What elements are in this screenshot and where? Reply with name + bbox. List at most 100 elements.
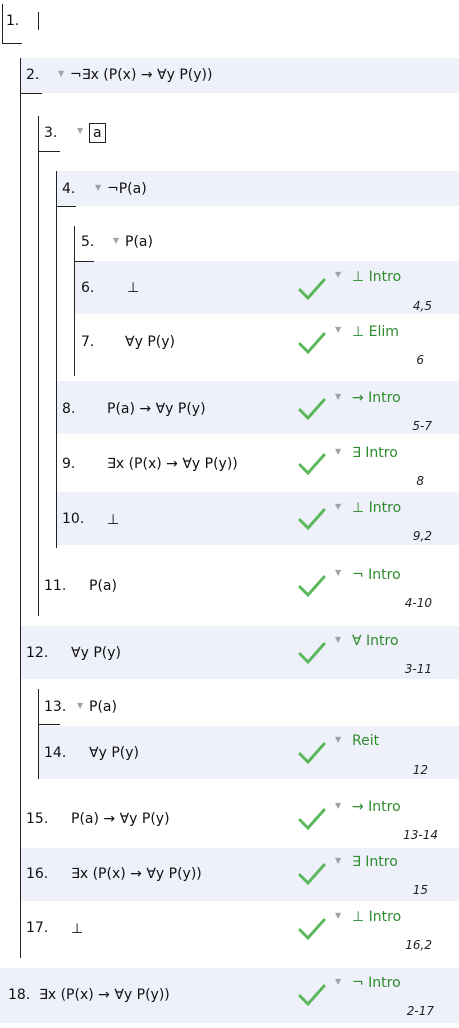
- premise-underline-13: [38, 724, 60, 725]
- line-number: 16.: [26, 866, 49, 882]
- line-number: 8.: [62, 401, 76, 417]
- checkmark-icon: [298, 863, 326, 885]
- formula[interactable]: ∀y P(y): [125, 334, 175, 350]
- rule-label[interactable]: ¬ Intro: [352, 975, 401, 991]
- scope-bar-4: [56, 171, 57, 548]
- citation[interactable]: 8: [364, 474, 424, 488]
- collapse-triangle-icon[interactable]: ▼: [58, 69, 64, 78]
- citation[interactable]: 13-14: [378, 828, 438, 842]
- rule-label[interactable]: ⊥ Elim: [352, 324, 399, 340]
- checkmark-icon: [298, 398, 326, 420]
- formula[interactable]: P(a): [89, 699, 117, 715]
- citation[interactable]: 16,2: [372, 938, 432, 952]
- checkmark-icon: [298, 508, 326, 530]
- line-number: 13.: [44, 699, 67, 715]
- formula[interactable]: P(a) → ∀y P(y): [71, 811, 170, 827]
- checkmark-icon: [298, 278, 326, 300]
- rule-dropdown-icon[interactable]: ▼: [335, 635, 341, 644]
- formula[interactable]: P(a) → ∀y P(y): [107, 401, 206, 417]
- citation[interactable]: 15: [368, 883, 428, 897]
- scope-bar-3: [38, 116, 39, 616]
- formula[interactable]: ∀y P(y): [89, 745, 139, 761]
- checkmark-icon: [298, 808, 326, 830]
- formula[interactable]: ⊥: [71, 921, 83, 937]
- rule-label[interactable]: Reit: [352, 733, 379, 749]
- rule-label[interactable]: ¬ Intro: [352, 567, 401, 583]
- rule-label[interactable]: ⊥ Intro: [352, 500, 401, 516]
- citation[interactable]: 3-11: [372, 662, 432, 676]
- checkmark-icon: [298, 918, 326, 940]
- line-number: 15.: [26, 811, 49, 827]
- formula[interactable]: ¬P(a): [107, 181, 147, 197]
- premise-underline-main: [2, 43, 22, 44]
- scope-bar-13: [38, 689, 39, 779]
- line-number: 10.: [62, 511, 85, 527]
- line-number: 3.: [44, 125, 58, 141]
- formula[interactable]: ∃x (P(x) → ∀y P(y)): [39, 987, 170, 1003]
- citation[interactable]: 4,5: [372, 299, 432, 313]
- checkmark-icon: [298, 984, 326, 1006]
- rule-label[interactable]: → Intro: [352, 390, 401, 406]
- formula[interactable]: ∀y P(y): [71, 645, 121, 661]
- rule-dropdown-icon[interactable]: ▼: [335, 801, 341, 810]
- line-number: 5.: [81, 234, 95, 250]
- collapse-triangle-icon[interactable]: ▼: [113, 236, 119, 245]
- formula[interactable]: ⊥: [127, 280, 139, 296]
- line-number: 9.: [62, 456, 76, 472]
- line-number: 7.: [81, 334, 95, 350]
- collapse-triangle-icon[interactable]: ▼: [77, 701, 83, 710]
- rule-label[interactable]: ⊥ Intro: [352, 909, 401, 925]
- rule-label[interactable]: ⊥ Intro: [352, 269, 401, 285]
- rule-dropdown-icon[interactable]: ▼: [335, 568, 341, 577]
- formula[interactable]: ∃x (P(x) → ∀y P(y)): [71, 866, 202, 882]
- citation[interactable]: 2-17: [374, 1004, 434, 1018]
- citation[interactable]: 6: [364, 353, 424, 367]
- citation[interactable]: 4-10: [372, 596, 432, 610]
- rule-dropdown-icon[interactable]: ▼: [335, 735, 341, 744]
- line-number: 11.: [44, 578, 67, 594]
- formula[interactable]: ¬∃x (P(x) → ∀y P(y)): [70, 67, 212, 83]
- premise-underline-2: [20, 93, 42, 94]
- premise-underline-5: [74, 261, 94, 262]
- rule-dropdown-icon[interactable]: ▼: [335, 325, 341, 334]
- line-number: 1.: [6, 13, 20, 29]
- line-number: 6.: [81, 280, 95, 296]
- formula[interactable]: P(a): [125, 234, 153, 250]
- formula[interactable]: ⊥: [107, 512, 119, 528]
- rule-dropdown-icon[interactable]: ▼: [335, 856, 341, 865]
- line-number: 12.: [26, 645, 49, 661]
- collapse-triangle-icon[interactable]: ▼: [77, 126, 83, 135]
- collapse-triangle-icon[interactable]: ▼: [95, 183, 101, 192]
- premise-underline-4: [56, 206, 76, 207]
- rule-dropdown-icon[interactable]: ▼: [335, 911, 341, 920]
- rule-dropdown-icon[interactable]: ▼: [335, 977, 341, 986]
- line-number: 17.: [26, 920, 49, 936]
- line-number: 4.: [62, 181, 76, 197]
- line-number: 18.: [8, 987, 31, 1003]
- checkmark-icon: [298, 453, 326, 475]
- rule-dropdown-icon[interactable]: ▼: [335, 447, 341, 456]
- rule-label[interactable]: ∀ Intro: [352, 633, 399, 649]
- scope-bar-main: [2, 4, 3, 44]
- rule-label[interactable]: ∃ Intro: [352, 445, 398, 461]
- line-number: 2.: [26, 67, 40, 83]
- rule-label[interactable]: → Intro: [352, 799, 401, 815]
- rule-dropdown-icon[interactable]: ▼: [335, 502, 341, 511]
- scope-bar-2: [20, 58, 21, 958]
- rule-dropdown-icon[interactable]: ▼: [335, 270, 341, 279]
- checkmark-icon: [298, 332, 326, 354]
- citation[interactable]: 12: [368, 763, 428, 777]
- rule-label[interactable]: ∃ Intro: [352, 854, 398, 870]
- formula[interactable]: P(a): [89, 578, 117, 594]
- text-cursor[interactable]: [38, 12, 39, 30]
- boxed-constant[interactable]: a: [89, 123, 106, 143]
- rule-dropdown-icon[interactable]: ▼: [335, 392, 341, 401]
- checkmark-icon: [298, 575, 326, 597]
- formula[interactable]: ∃x (P(x) → ∀y P(y)): [107, 456, 238, 472]
- citation[interactable]: 9,2: [372, 529, 432, 543]
- premise-underline-3: [38, 151, 60, 152]
- citation[interactable]: 5-7: [372, 419, 432, 433]
- checkmark-icon: [298, 742, 326, 764]
- scope-bar-5: [74, 226, 75, 376]
- checkmark-icon: [298, 642, 326, 664]
